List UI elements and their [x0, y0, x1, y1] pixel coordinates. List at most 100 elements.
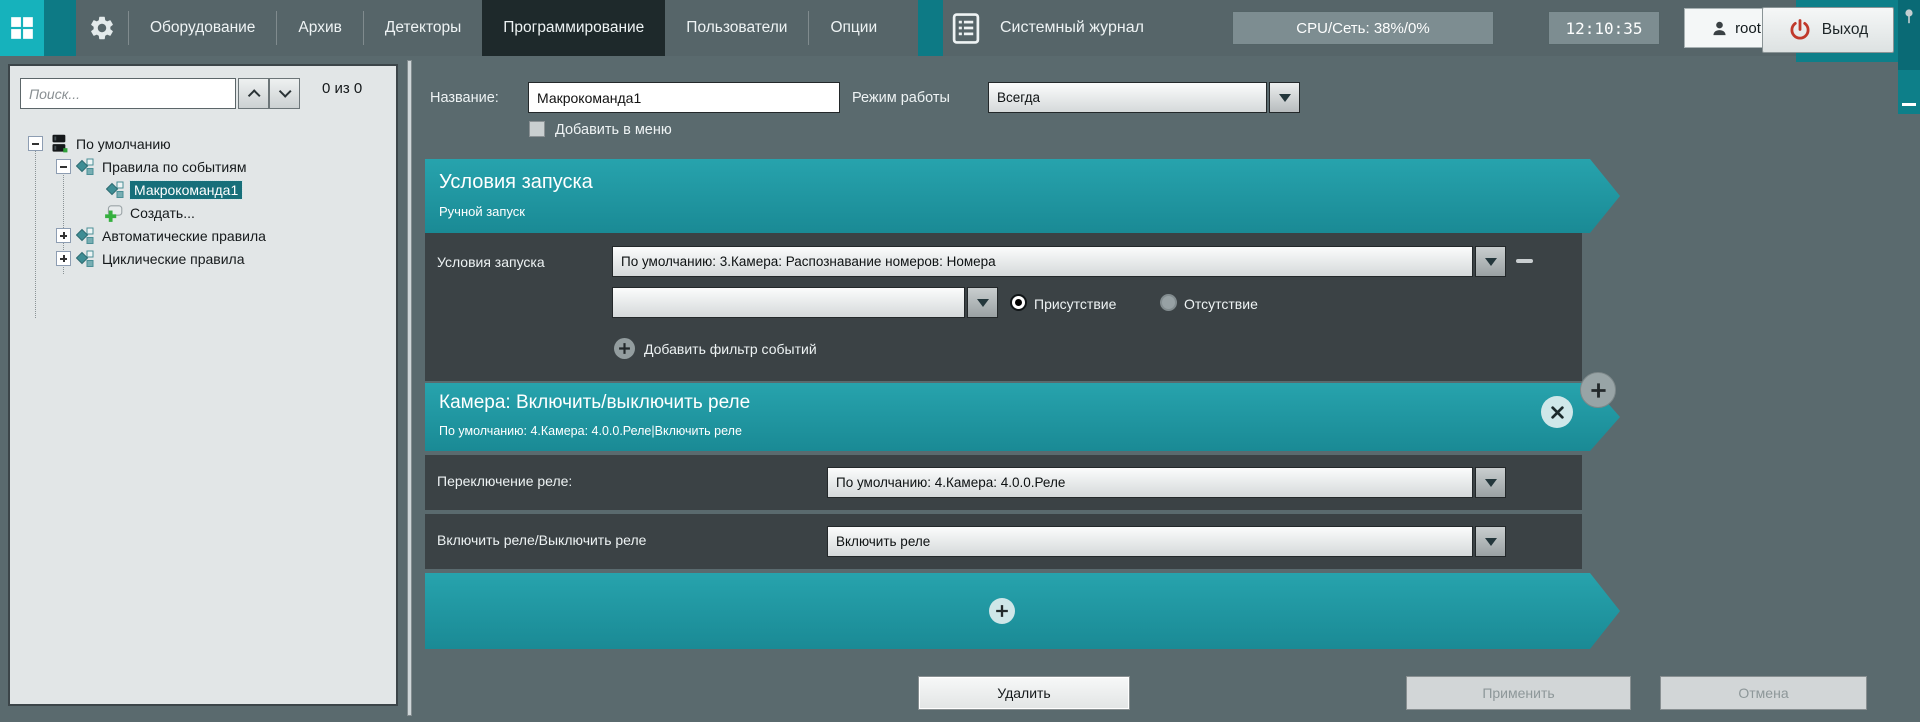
collapse-toggle[interactable] — [28, 136, 43, 151]
user-name: root — [1735, 20, 1761, 37]
mode-select-value[interactable]: Всегда — [988, 82, 1267, 113]
relay-state-select-value[interactable]: Включить реле — [827, 526, 1473, 557]
user-icon — [1711, 20, 1728, 37]
pin-icon — [1903, 8, 1915, 26]
relay-select-value[interactable]: По умолчанию: 4.Камера: 4.0.0.Реле — [827, 467, 1473, 498]
relay-select-arrow-button[interactable] — [1475, 467, 1506, 498]
logout-button[interactable]: Выход — [1762, 7, 1894, 53]
absence-radio[interactable] — [1160, 294, 1177, 311]
relay-label: Переключение реле: — [437, 473, 572, 489]
mode-select[interactable]: Всегда — [988, 82, 1300, 113]
panel-splitter[interactable] — [398, 56, 420, 722]
rule-icon — [76, 250, 96, 268]
collapse-toggle[interactable] — [56, 159, 71, 174]
search-prev-button[interactable] — [238, 78, 269, 109]
remove-action-button[interactable] — [1541, 396, 1573, 428]
app-logo[interactable] — [0, 0, 44, 56]
triangle-down-icon — [1279, 94, 1291, 102]
relay-state-label: Включить реле/Выключить реле — [437, 532, 646, 548]
add-action-button[interactable] — [1580, 372, 1616, 408]
add-to-menu-checkbox[interactable] — [529, 121, 545, 137]
macro-name-input[interactable] — [528, 82, 840, 113]
trigger-section-title: Условия запуска — [439, 171, 593, 194]
relay-state-arrow-button[interactable] — [1475, 526, 1506, 557]
tree-item-label: Автоматические правила — [102, 228, 266, 244]
presence-radio[interactable] — [1010, 294, 1027, 311]
tab-options[interactable]: Опции — [809, 0, 898, 56]
grid-icon — [9, 15, 35, 41]
tree-item-macro1[interactable]: Макрокоманда1 — [10, 178, 242, 201]
tree-item-auto-rules[interactable]: Автоматические правила — [10, 224, 266, 247]
cpu-network-status: CPU/Сеть: 38%/0% — [1232, 11, 1494, 45]
relay-select[interactable]: По умолчанию: 4.Камера: 4.0.0.Реле — [827, 467, 1506, 498]
condition-label: Условия запуска — [437, 254, 545, 270]
tree-item-event-rules[interactable]: Правила по событиям — [10, 155, 246, 178]
rule-icon — [76, 158, 96, 176]
tree-item-cyclic-rules[interactable]: Циклические правила — [10, 247, 245, 270]
close-icon — [1550, 405, 1565, 420]
add-to-menu-label: Добавить в меню — [555, 122, 672, 138]
minimize-icon — [1902, 103, 1916, 106]
triangle-down-icon — [977, 299, 989, 307]
remove-condition-button[interactable] — [1516, 259, 1533, 263]
pin-toolbar[interactable] — [1898, 0, 1920, 70]
splitter-handle[interactable] — [407, 60, 412, 716]
triangle-down-icon — [1485, 538, 1497, 546]
tree-item-label: Создать... — [130, 205, 195, 221]
event-filter-select-value[interactable] — [612, 287, 965, 318]
tree-item-label: По умолчанию — [76, 136, 171, 152]
system-journal-icon[interactable] — [952, 13, 980, 49]
search-next-button[interactable] — [269, 78, 300, 109]
add-event-filter-button[interactable] — [614, 338, 635, 359]
tab-archive[interactable]: Архив — [277, 0, 362, 56]
tab-users[interactable]: Пользователи — [665, 0, 808, 56]
name-label: Название: — [430, 90, 499, 106]
relay-state-select[interactable]: Включить реле — [827, 526, 1506, 557]
condition-select[interactable]: По умолчанию: 3.Камера: Распознавание но… — [612, 246, 1506, 277]
mode-select-arrow-button[interactable] — [1269, 82, 1300, 113]
tab-equipment[interactable]: Оборудование — [129, 0, 276, 56]
rule-icon — [76, 227, 96, 245]
condition-select-arrow-button[interactable] — [1475, 246, 1506, 277]
event-filter-select[interactable] — [612, 287, 998, 318]
server-icon — [49, 133, 70, 154]
plus-icon — [1590, 382, 1607, 399]
trigger-section-subtitle: Ручной запуск — [439, 204, 525, 219]
clock: 12:10:35 — [1548, 11, 1660, 45]
add-section-button[interactable] — [989, 598, 1015, 624]
plus-icon — [995, 604, 1009, 618]
tab-detectors[interactable]: Детекторы — [364, 0, 482, 56]
logout-label: Выход — [1822, 21, 1868, 39]
expand-toggle[interactable] — [56, 251, 71, 266]
chevron-down-icon — [279, 85, 292, 98]
collapse-strip[interactable] — [1898, 70, 1920, 114]
event-filter-arrow-button[interactable] — [967, 287, 998, 318]
plus-icon — [618, 342, 631, 355]
condition-select-value[interactable]: По умолчанию: 3.Камера: Распознавание но… — [612, 246, 1473, 277]
cancel-button[interactable]: Отмена — [1660, 676, 1867, 710]
add-section-band — [425, 573, 1620, 649]
delete-button[interactable]: Удалить — [918, 676, 1130, 710]
apply-button[interactable]: Применить — [1406, 676, 1631, 710]
gear-icon — [88, 14, 116, 42]
action-section-subtitle: По умолчанию: 4.Камера: 4.0.0.Реле|Включ… — [439, 424, 742, 438]
action-section-title: Камера: Включить/выключить реле — [439, 392, 750, 414]
settings-button[interactable] — [76, 0, 128, 56]
tree-item-create[interactable]: Создать... — [10, 201, 195, 224]
system-journal-button[interactable]: Системный журнал — [1000, 0, 1144, 56]
triangle-down-icon — [1485, 479, 1497, 487]
search-result-counter: 0 из 0 — [322, 80, 362, 97]
mode-label: Режим работы — [852, 90, 950, 106]
expand-toggle[interactable] — [56, 228, 71, 243]
logo-accent-strip — [44, 0, 76, 56]
tab-programming[interactable]: Программирование — [482, 0, 665, 56]
action-section-banner[interactable]: Камера: Включить/выключить реле По умолч… — [425, 383, 1620, 451]
tree-item-default[interactable]: По умолчанию — [10, 132, 171, 155]
triangle-down-icon — [1485, 258, 1497, 266]
trigger-section-banner[interactable]: Условия запуска Ручной запуск — [425, 159, 1620, 233]
object-tree-panel: 0 из 0 По умолчанию Правила по событиям … — [8, 64, 398, 706]
absence-label: Отсутствие — [1184, 296, 1258, 312]
add-event-filter-label[interactable]: Добавить фильтр событий — [644, 341, 817, 357]
rule-icon — [106, 181, 126, 199]
search-input[interactable] — [20, 78, 236, 109]
